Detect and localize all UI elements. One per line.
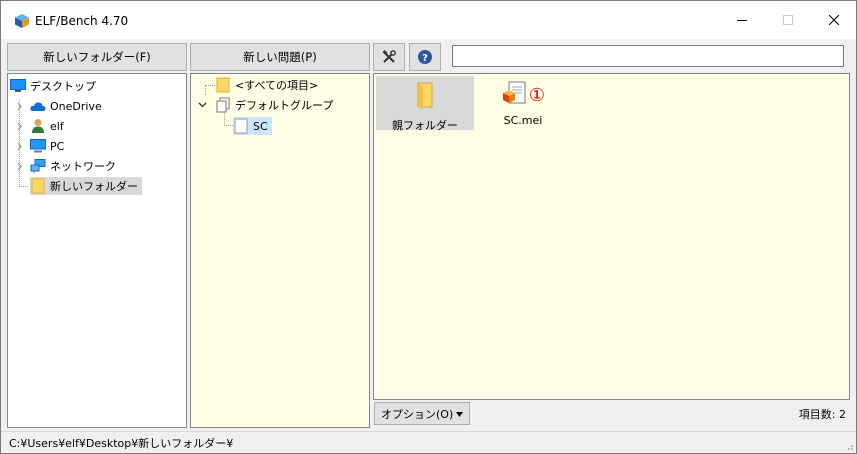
maximize-button[interactable]: [765, 1, 811, 39]
folder-icon: [215, 77, 231, 93]
options-button[interactable]: オプション(O): [374, 402, 471, 425]
expand-chevron-icon[interactable]: [15, 122, 24, 131]
collapse-chevron-icon[interactable]: [198, 100, 207, 109]
tree-item-label: デスクトップ: [30, 80, 96, 93]
tree-item-label: デフォルトグループ: [235, 99, 334, 112]
tools-icon: [382, 50, 396, 63]
tree-item-onedrive[interactable]: OneDrive: [30, 97, 102, 115]
tree-item-pc[interactable]: PC: [30, 137, 64, 155]
tree-item-sc[interactable]: SC: [233, 117, 272, 135]
svg-text:?: ?: [422, 53, 428, 64]
tree-connector: [19, 186, 28, 187]
close-button[interactable]: [811, 1, 856, 39]
question-icon: ?: [418, 50, 432, 64]
tree-connector: [205, 85, 215, 86]
tree-item-label: OneDrive: [50, 99, 102, 113]
new-folder-button[interactable]: 新しいフォルダー(F): [7, 43, 187, 71]
tree-item-label: ネットワーク: [50, 160, 116, 173]
tree-item-elf[interactable]: elf: [30, 117, 64, 135]
close-icon: [829, 15, 839, 25]
dropdown-arrow-icon: [456, 407, 464, 420]
monitor-icon: [30, 138, 46, 154]
tree-item-default-group[interactable]: デフォルトグループ: [215, 96, 333, 114]
group-icon: [215, 97, 231, 113]
window-title: ELF/Bench 4.70: [35, 14, 129, 28]
folder-icon: [415, 81, 435, 112]
new-problem-button[interactable]: 新しい問題(P): [190, 43, 370, 71]
item-count: 項目数: 2: [798, 408, 846, 421]
minimize-button[interactable]: [719, 1, 765, 39]
options-button-label: オプション(O): [381, 407, 454, 421]
tree-connector: [224, 125, 233, 126]
parent-folder-item[interactable]: 親フォルダー: [376, 76, 474, 132]
network-icon: [30, 158, 46, 174]
tree-item-new-folder[interactable]: 新しいフォルダー: [30, 177, 142, 195]
title-bar[interactable]: ELF/Bench 4.70: [1, 1, 856, 39]
maximize-icon: [783, 15, 793, 25]
tree-item-all[interactable]: <すべての項目>: [215, 76, 318, 94]
status-path: C:¥Users¥elf¥Desktop¥新しいフォルダー¥: [9, 437, 234, 450]
cloud-icon: [30, 98, 46, 114]
app-window: ELF/Bench 4.70 新しいフォルダー(F) 新しい問題(P) ? デス…: [0, 0, 857, 454]
tree-item-label: SC: [253, 119, 268, 133]
problem-tree[interactable]: <すべての項目> デフォルトグループ SC: [190, 73, 370, 428]
status-bar: C:¥Users¥elf¥Desktop¥新しいフォルダー¥: [1, 431, 856, 453]
folder-tree[interactable]: デスクトップ OneDrive elf PC ネットワーク 新しいフォルダー: [7, 73, 187, 428]
tree-item-label: <すべての項目>: [235, 79, 319, 92]
status-badge: ①: [528, 84, 546, 106]
settings-button[interactable]: [373, 43, 405, 71]
sc-mei-file-item[interactable]: ① SC.mei: [474, 76, 572, 130]
tree-item-desktop[interactable]: デスクトップ: [10, 77, 96, 95]
file-view[interactable]: 親フォルダー ① SC.mei: [373, 73, 850, 400]
tree-item-network[interactable]: ネットワーク: [30, 157, 116, 175]
tree-item-label: elf: [50, 119, 64, 133]
folder-icon: [30, 178, 46, 194]
file-item-label: 親フォルダー: [392, 119, 458, 132]
tree-connector: [205, 85, 206, 95]
expand-chevron-icon[interactable]: [15, 102, 24, 111]
tree-item-label: 新しいフォルダー: [50, 180, 138, 193]
app-icon: [14, 13, 30, 29]
size-grip-icon[interactable]: [844, 441, 854, 451]
mei-file-icon: [501, 81, 527, 110]
document-icon: [233, 118, 249, 134]
tree-item-label: PC: [50, 139, 65, 153]
user-icon: [30, 118, 46, 134]
desktop-icon: [10, 78, 26, 94]
help-button[interactable]: ?: [409, 43, 441, 71]
search-input[interactable]: [452, 45, 844, 67]
expand-chevron-icon[interactable]: [15, 142, 24, 151]
expand-chevron-icon[interactable]: [15, 162, 24, 171]
minimize-icon: [737, 20, 747, 21]
file-item-label: SC.mei: [503, 114, 543, 127]
